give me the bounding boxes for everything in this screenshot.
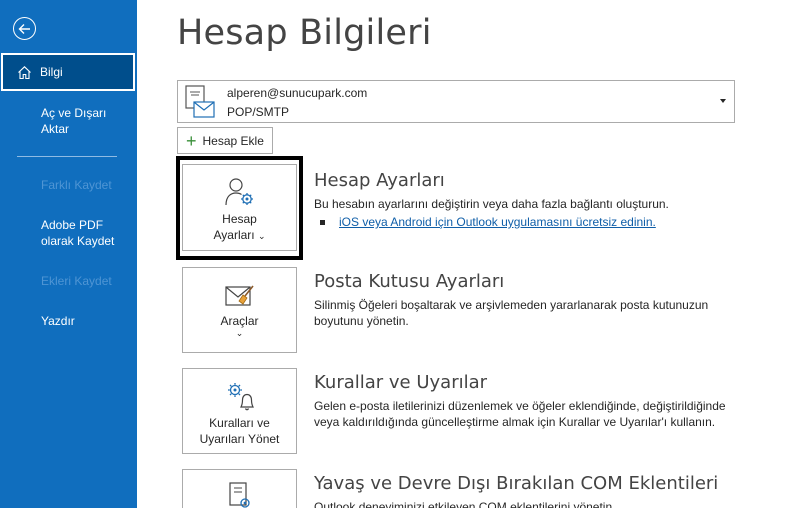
chevron-down-icon: ⌄ <box>235 328 244 338</box>
tile-label: Ayarları <box>213 228 255 242</box>
sidebar-item-info[interactable]: Bilgi <box>1 53 135 91</box>
sidebar-item-label: Ekleri Kaydet <box>41 274 112 288</box>
sidebar-item-open-export[interactable]: Aç ve Dışarı Aktar <box>0 105 120 137</box>
bullet <box>320 220 325 225</box>
mailbox-cleanup-icon <box>183 283 296 309</box>
plus-icon: + <box>186 130 197 151</box>
section-desc-rules-alerts: Gelen e-posta iletilerinizi düzenlemek v… <box>314 399 726 429</box>
page-title: Hesap Bilgileri <box>177 13 432 53</box>
section-title-rules-alerts: Kurallar ve Uyarılar <box>314 372 488 393</box>
sidebar-item-print[interactable]: Yazdır <box>0 313 137 329</box>
sidebar-divider <box>17 156 117 157</box>
backstage-sidebar: Bilgi Aç ve Dışarı Aktar Farklı Kaydet A… <box>0 0 137 508</box>
section-desc-account-settings: Bu hesabın ayarlarını değiştirin veya da… <box>314 197 669 211</box>
sidebar-item-save-as[interactable]: Farklı Kaydet <box>0 177 137 193</box>
tools-tile[interactable]: Araçlar ⌄ <box>182 267 297 353</box>
tile-label: Kuralları ve <box>209 416 270 430</box>
chevron-down-icon <box>720 99 726 103</box>
add-account-label: Hesap Ekle <box>202 133 264 148</box>
user-gear-icon <box>183 177 296 207</box>
rules-gear-bell-icon <box>183 381 296 411</box>
section-title-com-addins: Yavaş ve Devre Dışı Bırakılan COM Eklent… <box>314 473 719 494</box>
sidebar-item-save-attachments[interactable]: Ekleri Kaydet <box>0 273 137 289</box>
sidebar-item-label: Yazdır <box>41 314 75 328</box>
tile-label: Uyarıları Yönet <box>199 432 280 446</box>
document-gear-icon <box>183 481 296 508</box>
section-desc-com-addins: Outlook deneyiminizi etkileyen COM eklen… <box>314 500 616 508</box>
section-desc-mailbox-settings: Silinmiş Öğeleri boşaltarak ve arşivleme… <box>314 298 709 328</box>
outlook-mobile-link[interactable]: iOS veya Android için Outlook uygulaması… <box>339 215 656 229</box>
tile-label: Araçlar <box>220 314 259 328</box>
sidebar-item-label: Bilgi <box>40 65 63 79</box>
home-icon <box>17 65 32 80</box>
chevron-down-icon: ⌄ <box>257 231 266 241</box>
account-settings-tile[interactable]: Hesap Ayarları ⌄ <box>182 164 297 251</box>
rules-alerts-tile[interactable]: Kuralları ve Uyarıları Yönet <box>182 368 297 454</box>
mailbox-account-icon <box>185 85 215 118</box>
com-addins-tile[interactable] <box>182 469 297 508</box>
tile-label: Hesap <box>222 212 257 226</box>
section-title-account-settings: Hesap Ayarları <box>314 170 445 191</box>
account-email: alperen@sunucupark.com <box>227 86 368 100</box>
sidebar-item-save-adobe-pdf[interactable]: Adobe PDF olarak Kaydet <box>0 217 130 249</box>
sidebar-item-label: Farklı Kaydet <box>41 178 112 192</box>
account-type: POP/SMTP <box>227 105 290 119</box>
back-button[interactable] <box>13 17 36 40</box>
arrow-left-icon <box>18 23 30 34</box>
add-account-button[interactable]: + Hesap Ekle <box>177 127 273 154</box>
section-title-mailbox-settings: Posta Kutusu Ayarları <box>314 271 505 292</box>
sidebar-item-label: Adobe PDF olarak Kaydet <box>41 218 115 248</box>
account-selector[interactable]: alperen@sunucupark.com POP/SMTP <box>177 80 735 123</box>
sidebar-item-label: Aç ve Dışarı Aktar <box>41 106 107 136</box>
